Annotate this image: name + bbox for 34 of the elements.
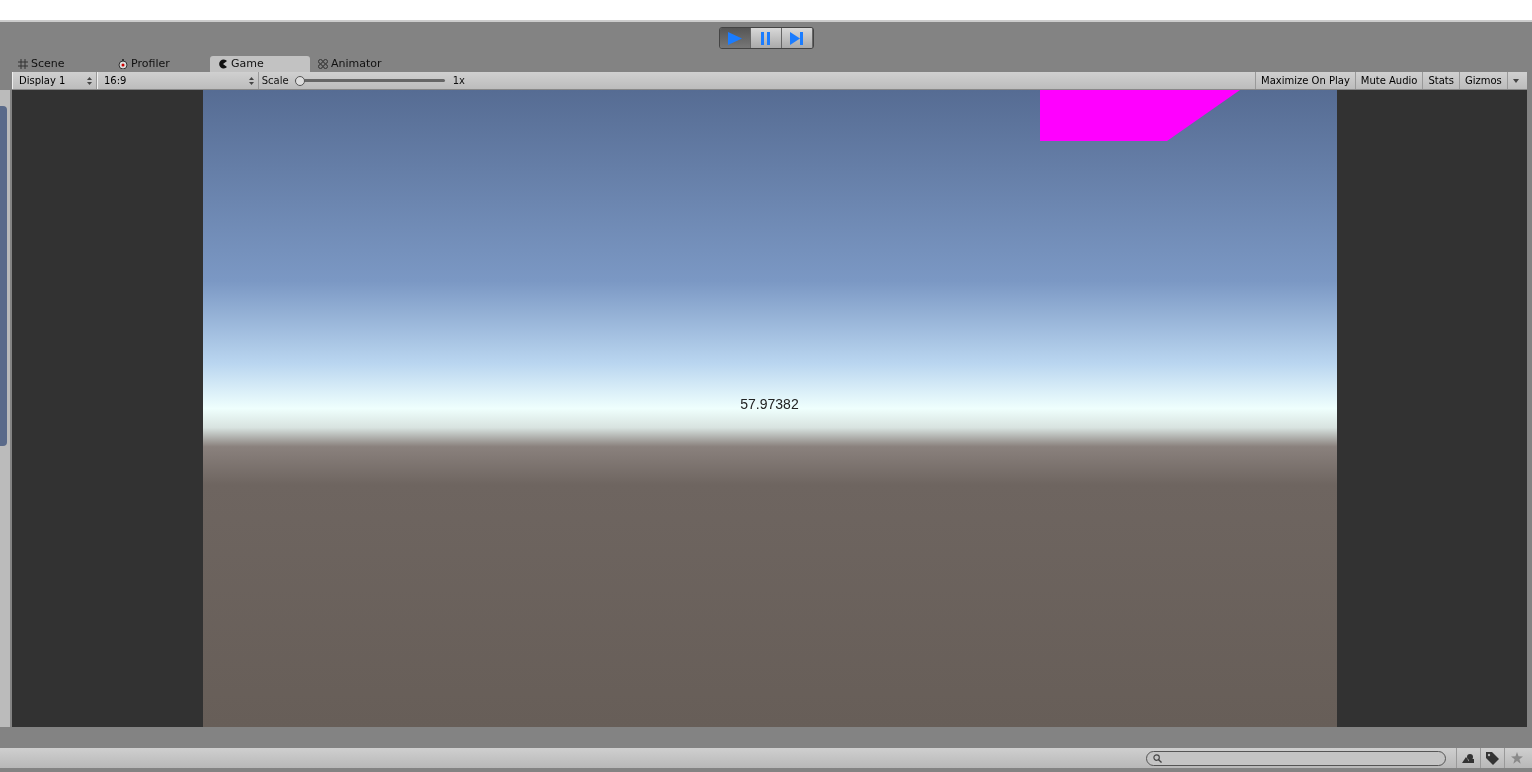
grid-icon (18, 59, 28, 69)
display-dropdown[interactable]: Display 1 (12, 72, 97, 89)
tab[interactable]: Animator (310, 56, 410, 72)
stopwatch-icon (118, 59, 128, 69)
toggle-button[interactable]: Mute Audio (1354, 72, 1423, 89)
updown-arrow-icon (87, 76, 92, 85)
toggle-button[interactable]: Stats (1422, 72, 1459, 89)
scrollbar-thumb[interactable] (0, 106, 7, 446)
tab[interactable]: Profiler (110, 56, 210, 72)
tab[interactable]: Scene (10, 56, 110, 72)
nodes-icon (318, 59, 328, 69)
caret-icon (1512, 79, 1519, 83)
pacman-icon (218, 59, 228, 69)
tag-icon (1486, 751, 1499, 765)
scale-reading: 1x (452, 74, 465, 88)
star-icon (1510, 752, 1523, 764)
play-button[interactable] (719, 28, 751, 48)
search-icon (1153, 753, 1162, 763)
toggle-button[interactable]: Maximize On Play (1255, 72, 1355, 89)
shapes-icon (1462, 752, 1475, 764)
toggle-button[interactable]: Gizmos (1458, 72, 1507, 89)
step-icon (788, 30, 805, 46)
updown-arrow-icon (249, 76, 254, 85)
scale-label: Scale (261, 74, 289, 88)
scale-slider[interactable] (294, 75, 445, 86)
aspect-dropdown[interactable]: 16:9 (97, 72, 259, 89)
pause-button[interactable] (750, 28, 782, 48)
scrollbar[interactable] (0, 90, 10, 727)
frame-rate-text: 57.97382 (739, 395, 800, 414)
step-button[interactable] (781, 28, 813, 48)
slider-thumb[interactable] (294, 75, 305, 86)
tab[interactable]: Game (210, 56, 310, 72)
search-field[interactable] (1146, 750, 1446, 766)
play-icon (726, 30, 743, 46)
